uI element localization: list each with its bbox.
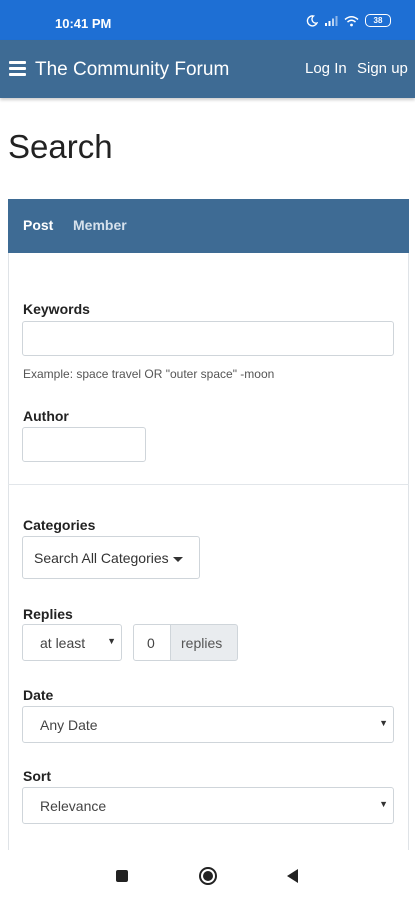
categories-value: Search All Categories <box>34 550 169 566</box>
recents-icon[interactable] <box>116 870 128 882</box>
date-value: Any Date <box>40 717 98 733</box>
author-input[interactable] <box>22 427 146 462</box>
caret-down-icon <box>172 556 183 562</box>
tab-member[interactable]: Member <box>73 217 127 233</box>
keywords-input[interactable] <box>22 321 394 356</box>
select-arrow-icon: ▼ <box>379 718 388 728</box>
date-select[interactable]: Any Date ▼ <box>22 706 394 743</box>
search-tabs: Post Member <box>8 199 409 253</box>
date-label: Date <box>23 687 54 703</box>
replies-unit: replies <box>170 624 238 661</box>
keywords-hint: Example: space travel OR "outer space" -… <box>23 367 275 381</box>
signup-link[interactable]: Sign up <box>357 60 408 77</box>
status-icons: 38 <box>306 14 391 27</box>
select-arrow-icon: ▼ <box>379 799 388 809</box>
replies-mode-value: at least <box>40 635 86 651</box>
home-icon[interactable] <box>199 867 217 885</box>
battery-icon: 38 <box>365 14 391 27</box>
back-icon[interactable] <box>287 869 298 883</box>
author-label: Author <box>23 408 69 424</box>
top-navbar: The Community Forum Log In Sign up <box>0 40 415 98</box>
site-title[interactable]: The Community Forum <box>35 59 229 81</box>
replies-mode-select[interactable]: at least ▼ <box>22 624 122 661</box>
status-time: 10:41 PM <box>55 16 112 31</box>
sort-select[interactable]: Relevance ▼ <box>22 787 394 824</box>
categories-dropdown[interactable]: Search All Categories <box>22 536 200 579</box>
keywords-label: Keywords <box>23 301 90 317</box>
moon-icon <box>306 14 318 27</box>
wifi-icon <box>344 15 359 26</box>
page-title: Search <box>8 128 113 165</box>
replies-count-input[interactable]: 0 <box>133 624 171 661</box>
tab-post[interactable]: Post <box>23 217 53 233</box>
section-divider <box>8 484 409 485</box>
replies-label: Replies <box>23 606 73 622</box>
menu-icon[interactable] <box>9 61 26 76</box>
signal-icon <box>325 15 338 26</box>
sort-label: Sort <box>23 768 51 784</box>
categories-label: Categories <box>23 517 96 533</box>
sort-value: Relevance <box>40 798 107 814</box>
system-nav-bar <box>0 850 415 900</box>
login-link[interactable]: Log In <box>305 60 347 77</box>
status-bar: 10:41 PM 38 <box>0 0 415 40</box>
select-arrow-icon: ▼ <box>107 636 116 646</box>
